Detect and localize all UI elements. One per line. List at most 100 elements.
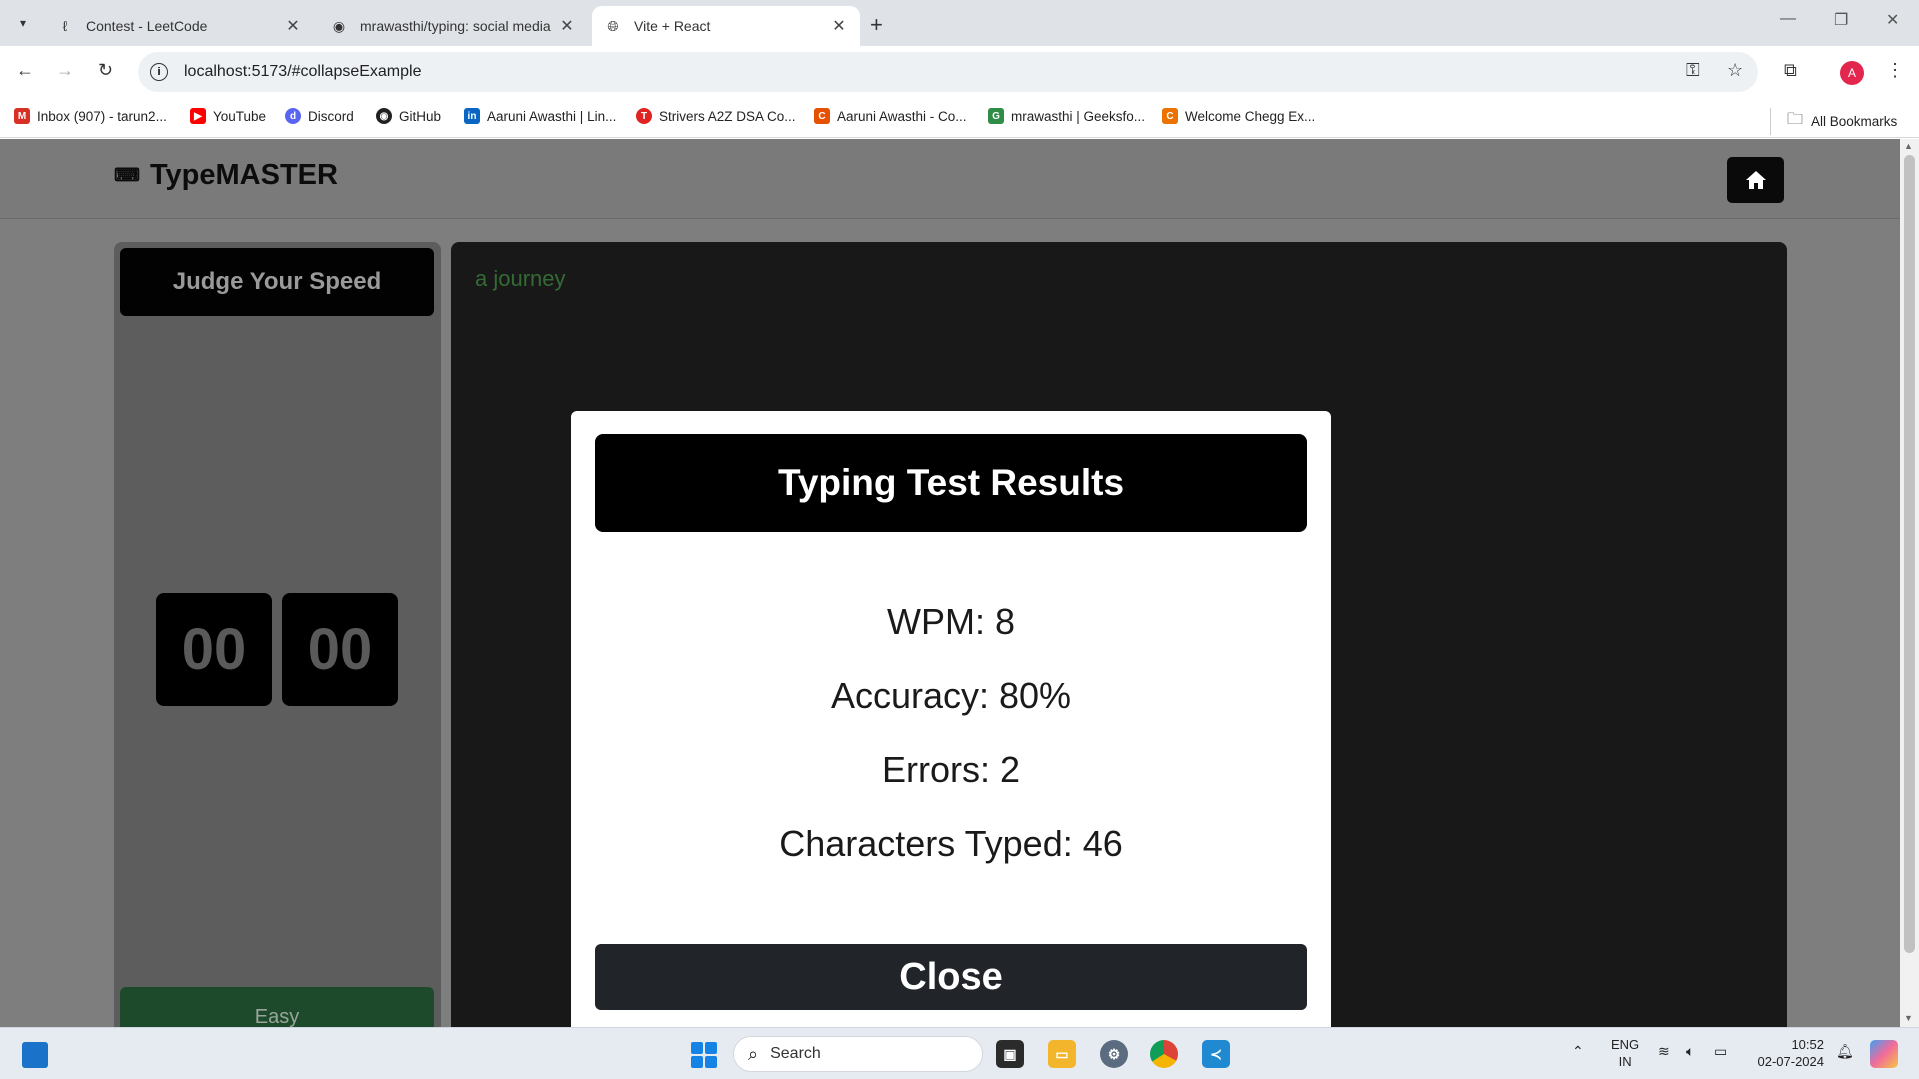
difficulty-easy-button[interactable]: Easy	[120, 987, 434, 1027]
tuf-icon: T	[636, 108, 652, 124]
all-bookmarks-label: All Bookmarks	[1811, 114, 1898, 129]
page-scrollbar[interactable]: ▲ ▼	[1900, 139, 1919, 1027]
new-tab-plus-icon[interactable]: +	[870, 12, 883, 38]
browser-tab-bar: ▾ ℓ Contest - LeetCode ✕ ◉ mrawasthi/typ…	[0, 0, 1919, 46]
tab-close-icon[interactable]: ✕	[558, 16, 576, 36]
search-icon: ⌕	[748, 1043, 759, 1064]
tab-vite-react[interactable]: 🌐︎ Vite + React ✕	[592, 6, 860, 46]
characters-stat: Characters Typed: 46	[779, 823, 1123, 864]
widgets-icon[interactable]	[22, 1042, 48, 1068]
gfg-icon: G	[988, 108, 1004, 124]
discord-icon: d	[285, 108, 301, 124]
site-info-icon[interactable]: i	[150, 63, 168, 81]
folder-icon: 🗀	[1787, 111, 1804, 128]
all-bookmarks[interactable]: 🗀 All Bookmarks	[1770, 108, 1897, 135]
vscode-icon[interactable]: ≺	[1202, 1040, 1230, 1068]
globe-icon: 🌐︎	[607, 17, 619, 34]
results-modal: Typing Test Results WPM: 8 Accuracy: 80%…	[571, 411, 1331, 1027]
timer-minutes: 00	[156, 593, 272, 706]
bookmark-label: Discord	[308, 108, 354, 124]
bookmark-label: YouTube	[213, 108, 267, 124]
lang-line2: IN	[1618, 1054, 1632, 1069]
codechef-icon: C	[814, 108, 830, 124]
file-explorer-icon[interactable]: ▭	[1048, 1040, 1076, 1068]
accuracy-stat: Accuracy: 80%	[830, 675, 1072, 716]
bookmark-star-icon[interactable]: ☆	[1727, 60, 1743, 81]
bookmark-linkedin[interactable]: in Aaruni Awasthi | Lin...	[464, 108, 616, 124]
forward-arrow-icon[interactable]: →	[56, 60, 74, 81]
reload-icon[interactable]: ↻	[98, 60, 113, 81]
bookmark-label: Welcome Chegg Ex...	[1185, 108, 1316, 124]
bookmarks-bar: M Inbox (907) - tarun2... ▶ YouTube d Di…	[0, 98, 1919, 138]
taskbar-search-label: Search	[770, 1045, 821, 1062]
restore-icon[interactable]: ❐	[1834, 10, 1848, 30]
tab-search-chevron-icon[interactable]: ▾	[12, 12, 34, 34]
chrome-icon[interactable]	[1150, 1040, 1178, 1068]
brand-logo[interactable]: ⌨ TypeMASTER	[114, 159, 338, 192]
bookmark-discord[interactable]: d Discord	[285, 108, 354, 124]
scroll-down-icon[interactable]: ▼	[1904, 1013, 1913, 1023]
wpm-stat: WPM: 8	[886, 601, 1015, 642]
modal-title: Typing Test Results	[595, 434, 1307, 532]
page-viewport: ⌨ TypeMASTER Judge Your Speed 00 00 Easy…	[0, 139, 1900, 1027]
windows-taskbar: ⌕ Search ▣ ▭ ⚙ ≺ ⌃ ENG IN ≋ 🔈︎ ▭ 10:52 0…	[0, 1027, 1919, 1079]
back-arrow-icon[interactable]: ←	[16, 60, 34, 81]
app-header: ⌨ TypeMASTER	[0, 139, 1900, 219]
clock[interactable]: 10:52 02-07-2024	[1750, 1036, 1825, 1070]
bookmark-github[interactable]: ◉ GitHub	[376, 108, 441, 124]
bookmark-gfg[interactable]: G mrawasthi | Geeksfo...	[988, 108, 1145, 124]
bookmark-striver[interactable]: T Strivers A2Z DSA Co...	[636, 108, 796, 124]
youtube-icon: ▶	[190, 108, 206, 124]
bookmark-gmail[interactable]: M Inbox (907) - tarun2...	[14, 108, 167, 124]
github-icon: ◉	[376, 108, 392, 124]
tab-title: Vite + React	[634, 18, 711, 34]
tray-chevron-up-icon[interactable]: ⌃	[1572, 1043, 1584, 1060]
extensions-icon[interactable]: ⧉	[1784, 60, 1797, 81]
bookmark-label: Aaruni Awasthi - Co...	[837, 108, 967, 124]
errors-stat: Errors: 2	[881, 749, 1021, 790]
menu-kebab-icon[interactable]: ⋮	[1886, 60, 1904, 81]
language-indicator[interactable]: ENG IN	[1611, 1036, 1639, 1070]
volume-icon[interactable]: 🔈︎	[1686, 1043, 1694, 1060]
copilot-icon[interactable]	[1870, 1040, 1898, 1068]
bookmark-chegg[interactable]: C Welcome Chegg Ex...	[1162, 108, 1315, 124]
profile-avatar[interactable]: A	[1840, 61, 1864, 85]
wifi-icon[interactable]: ≋	[1658, 1043, 1670, 1060]
clock-time: 10:52	[1791, 1037, 1824, 1052]
password-key-icon[interactable]: ⚿	[1686, 60, 1700, 81]
settings-gear-icon[interactable]: ⚙	[1100, 1040, 1128, 1068]
lang-line1: ENG	[1611, 1037, 1640, 1052]
speed-panel: Judge Your Speed 00 00 Easy	[114, 242, 441, 1027]
clock-date: 02-07-2024	[1757, 1054, 1825, 1069]
window-close-icon[interactable]: ✕	[1886, 10, 1899, 30]
close-button[interactable]: Close	[595, 944, 1307, 1010]
home-button[interactable]	[1727, 157, 1784, 203]
leetcode-icon: ℓ	[62, 18, 68, 34]
scroll-up-icon[interactable]: ▲	[1904, 141, 1913, 151]
tab-github[interactable]: ◉ mrawasthi/typing: social media ✕	[318, 6, 588, 46]
address-bar[interactable]: i localhost:5173/#collapseExample	[138, 52, 1758, 92]
bookmark-codechef[interactable]: C Aaruni Awasthi - Co...	[814, 108, 967, 124]
address-url[interactable]: localhost:5173/#collapseExample	[184, 63, 421, 81]
bookmark-label: mrawasthi | Geeksfo...	[1011, 108, 1146, 124]
timer-seconds: 00	[282, 593, 398, 706]
minimize-icon[interactable]: —	[1780, 10, 1796, 28]
bookmark-label: GitHub	[399, 108, 442, 124]
bookmark-label: Strivers A2Z DSA Co...	[659, 108, 796, 124]
battery-icon[interactable]: ▭	[1714, 1043, 1727, 1060]
judge-speed-title: Judge Your Speed	[120, 248, 434, 316]
task-view-icon[interactable]: ▣	[996, 1040, 1024, 1068]
tab-leetcode[interactable]: ℓ Contest - LeetCode ✕	[44, 6, 314, 46]
bookmark-label: Aaruni Awasthi | Lin...	[487, 108, 617, 124]
taskbar-search[interactable]: ⌕ Search	[733, 1036, 983, 1072]
bookmark-youtube[interactable]: ▶ YouTube	[190, 108, 266, 124]
linkedin-icon: in	[464, 108, 480, 124]
tab-title: mrawasthi/typing: social media	[360, 18, 551, 34]
notification-bell-icon[interactable]: 🔔︎	[1836, 1043, 1854, 1060]
github-icon: ◉	[332, 17, 346, 34]
tab-close-icon[interactable]: ✕	[830, 16, 848, 36]
tab-close-icon[interactable]: ✕	[284, 16, 302, 36]
windows-start-icon[interactable]	[691, 1042, 717, 1068]
home-icon	[1745, 171, 1766, 189]
scrollbar-thumb[interactable]	[1904, 155, 1915, 953]
